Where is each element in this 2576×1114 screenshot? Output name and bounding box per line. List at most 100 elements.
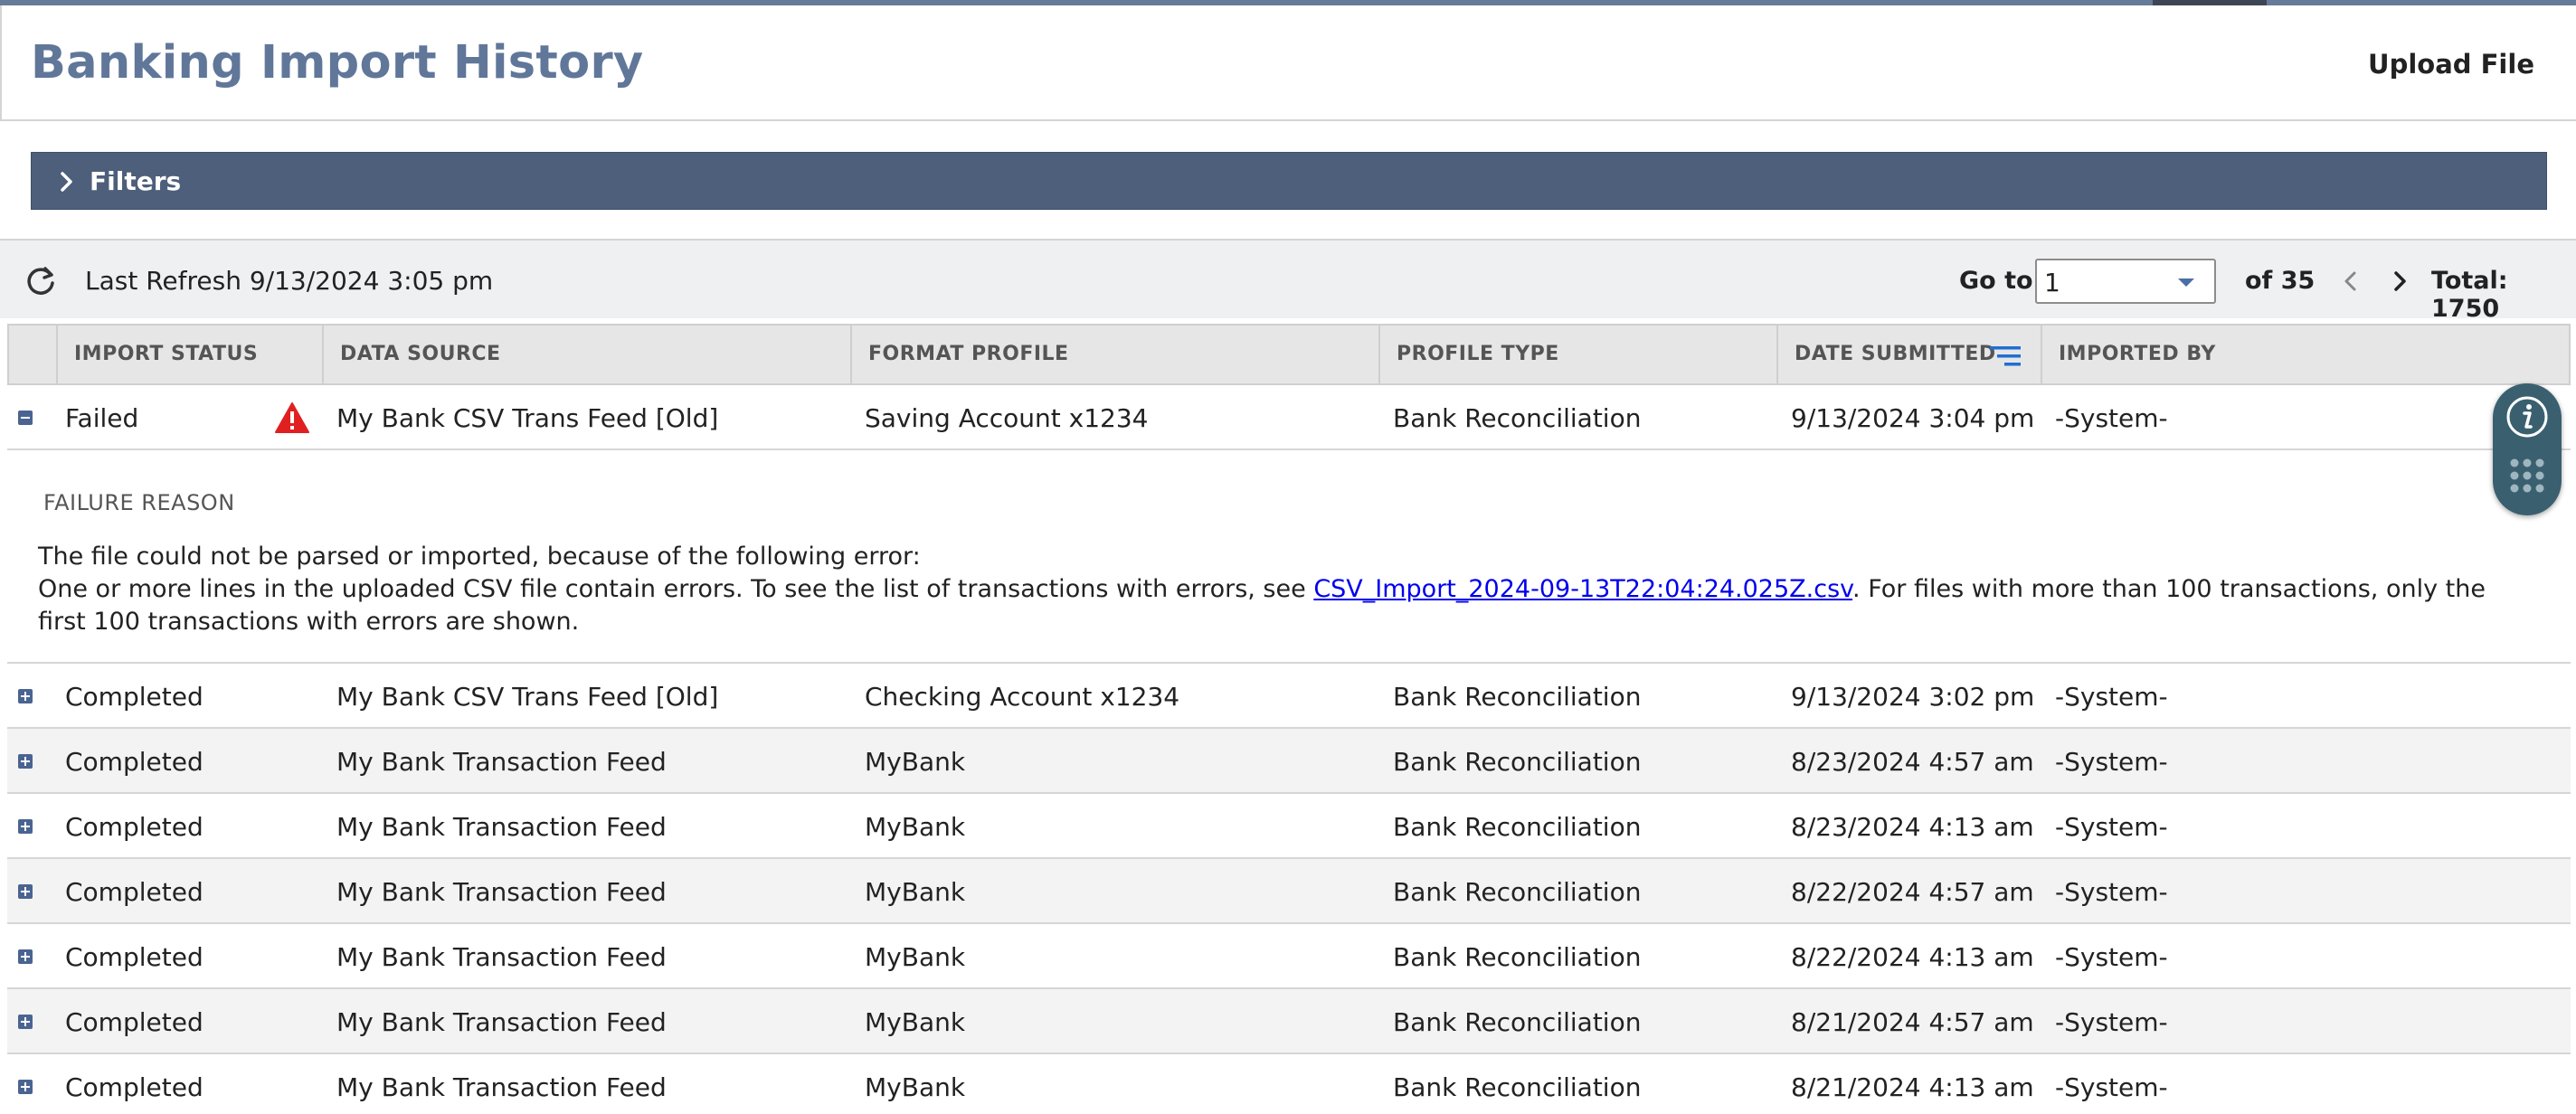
profile-type-cell: Bank Reconciliation bbox=[1393, 877, 1642, 907]
import-status-cell: Completed bbox=[65, 942, 204, 972]
previous-page-button[interactable] bbox=[2335, 264, 2366, 298]
date-submitted-cell: 8/22/2024 4:13 am bbox=[1791, 942, 2034, 972]
warning-icon bbox=[275, 402, 309, 433]
imported-by-cell: -System- bbox=[2055, 747, 2168, 777]
imported-by-cell: -System- bbox=[2055, 1072, 2168, 1102]
failure-detail-panel: FAILURE REASON The file could not be par… bbox=[7, 450, 2571, 664]
info-icon[interactable] bbox=[2505, 394, 2550, 439]
column-header-date-submitted[interactable]: DATE SUBMITTED bbox=[1776, 326, 2041, 383]
filters-toggle[interactable]: Filters bbox=[31, 152, 2547, 210]
page-count: of 35 bbox=[2245, 267, 2316, 295]
goto-label: Go to: bbox=[1959, 267, 2043, 295]
failure-line-2-pre: One or more lines in the uploaded CSV fi… bbox=[38, 575, 1314, 603]
profile-type-cell: Bank Reconciliation bbox=[1393, 1007, 1642, 1037]
imported-by-cell: -System- bbox=[2055, 682, 2168, 712]
page-select-value: 1 bbox=[2044, 268, 2060, 297]
format-profile-cell: MyBank bbox=[865, 1072, 966, 1102]
column-header-import-status[interactable]: IMPORT STATUS bbox=[56, 326, 322, 383]
imported-by-cell: -System- bbox=[2055, 812, 2168, 842]
table-row: Completed My Bank Transaction Feed MyBan… bbox=[7, 794, 2571, 859]
chevron-down-icon bbox=[2178, 278, 2194, 287]
refresh-icon[interactable] bbox=[24, 264, 58, 298]
total-count: Total: 1750 bbox=[2431, 267, 2508, 323]
collapse-icon[interactable] bbox=[18, 411, 33, 425]
import-status-cell: Completed bbox=[65, 682, 204, 712]
data-source-cell: My Bank Transaction Feed bbox=[336, 1072, 667, 1102]
data-source-cell: My Bank Transaction Feed bbox=[336, 1007, 667, 1037]
format-profile-cell: MyBank bbox=[865, 1007, 966, 1037]
profile-type-cell: Bank Reconciliation bbox=[1393, 747, 1642, 777]
format-profile-cell: Saving Account x1234 bbox=[865, 403, 1149, 433]
profile-type-cell: Bank Reconciliation bbox=[1393, 682, 1642, 712]
grid-dots-icon[interactable] bbox=[2509, 458, 2545, 494]
column-header-imported-by[interactable]: IMPORTED BY bbox=[2041, 326, 2569, 383]
format-profile-cell: Checking Account x1234 bbox=[865, 682, 1180, 712]
import-status-cell: Completed bbox=[65, 877, 204, 907]
table-row: Completed My Bank CSV Trans Feed [Old] C… bbox=[7, 664, 2571, 729]
import-status-cell: Completed bbox=[65, 747, 204, 777]
profile-type-cell: Bank Reconciliation bbox=[1393, 942, 1642, 972]
page-select[interactable]: 1 bbox=[2035, 259, 2216, 304]
profile-type-cell: Bank Reconciliation bbox=[1393, 403, 1642, 433]
profile-type-cell: Bank Reconciliation bbox=[1393, 812, 1642, 842]
expand-icon[interactable] bbox=[18, 689, 33, 703]
column-header-format-profile[interactable]: FORMAT PROFILE bbox=[850, 326, 1378, 383]
expand-icon[interactable] bbox=[18, 949, 33, 964]
date-submitted-cell: 8/22/2024 4:57 am bbox=[1791, 877, 2034, 907]
import-status-cell: Completed bbox=[65, 1072, 204, 1102]
failure-line-2: One or more lines in the uploaded CSV fi… bbox=[38, 573, 2516, 638]
expand-icon[interactable] bbox=[18, 754, 33, 769]
upload-file-button[interactable]: Upload File bbox=[2368, 49, 2534, 80]
format-profile-cell: MyBank bbox=[865, 942, 966, 972]
date-submitted-cell: 8/21/2024 4:13 am bbox=[1791, 1072, 2034, 1102]
column-header-data-source[interactable]: DATA SOURCE bbox=[322, 326, 850, 383]
table-row: Completed My Bank Transaction Feed MyBan… bbox=[7, 859, 2571, 924]
column-header-profile-type[interactable]: PROFILE TYPE bbox=[1378, 326, 1776, 383]
help-widget[interactable] bbox=[2493, 383, 2562, 515]
list-toolbar: Last Refresh 9/13/2024 3:05 pm Go to: 1 … bbox=[0, 239, 2576, 323]
expand-icon[interactable] bbox=[18, 1080, 33, 1094]
import-status-cell: Completed bbox=[65, 812, 204, 842]
table-header: IMPORT STATUS DATA SOURCE FORMAT PROFILE… bbox=[7, 324, 2571, 385]
data-source-cell: My Bank CSV Trans Feed [Old] bbox=[336, 403, 719, 433]
data-source-cell: My Bank Transaction Feed bbox=[336, 877, 667, 907]
table-row: Failed My Bank CSV Trans Feed [Old] Savi… bbox=[7, 385, 2571, 450]
error-csv-link[interactable]: CSV_Import_2024-09-13T22:04:24.025Z.csv bbox=[1313, 575, 1852, 603]
format-profile-cell: MyBank bbox=[865, 747, 966, 777]
format-profile-cell: MyBank bbox=[865, 877, 966, 907]
expand-column-header bbox=[9, 326, 56, 383]
page-header: Banking Import History Upload File bbox=[0, 5, 2576, 121]
date-submitted-cell: 8/23/2024 4:57 am bbox=[1791, 747, 2034, 777]
column-header-date-submitted-label: DATE SUBMITTED bbox=[1795, 343, 1996, 365]
profile-type-cell: Bank Reconciliation bbox=[1393, 1072, 1642, 1102]
data-source-cell: My Bank Transaction Feed bbox=[336, 812, 667, 842]
data-source-cell: My Bank Transaction Feed bbox=[336, 942, 667, 972]
imported-by-cell: -System- bbox=[2055, 1007, 2168, 1037]
date-submitted-cell: 8/23/2024 4:13 am bbox=[1791, 812, 2034, 842]
format-profile-cell: MyBank bbox=[865, 812, 966, 842]
imported-by-cell: -System- bbox=[2055, 403, 2168, 433]
date-submitted-cell: 8/21/2024 4:57 am bbox=[1791, 1007, 2034, 1037]
last-refresh-text: Last Refresh 9/13/2024 3:05 pm bbox=[85, 266, 494, 296]
failure-reason-text: The file could not be parsed or imported… bbox=[38, 541, 2516, 638]
failure-reason-label: FAILURE REASON bbox=[43, 490, 235, 515]
page-title: Banking Import History bbox=[31, 36, 644, 90]
import-status-cell: Failed bbox=[65, 403, 139, 433]
imported-by-cell: -System- bbox=[2055, 942, 2168, 972]
table-row: Completed My Bank Transaction Feed MyBan… bbox=[7, 924, 2571, 989]
expand-icon[interactable] bbox=[18, 819, 33, 834]
date-submitted-cell: 9/13/2024 3:02 pm bbox=[1791, 682, 2035, 712]
table-row: Completed My Bank Transaction Feed MyBan… bbox=[7, 1054, 2571, 1114]
import-history-table: IMPORT STATUS DATA SOURCE FORMAT PROFILE… bbox=[7, 324, 2571, 1114]
next-page-button[interactable] bbox=[2384, 264, 2415, 298]
imported-by-cell: -System- bbox=[2055, 877, 2168, 907]
date-submitted-cell: 9/13/2024 3:04 pm bbox=[1791, 403, 2035, 433]
data-source-cell: My Bank Transaction Feed bbox=[336, 747, 667, 777]
expand-icon[interactable] bbox=[18, 884, 33, 899]
chevron-right-icon bbox=[61, 172, 72, 192]
sort-filter-icon[interactable] bbox=[1988, 344, 2022, 369]
expand-icon[interactable] bbox=[18, 1015, 33, 1029]
table-row: Completed My Bank Transaction Feed MyBan… bbox=[7, 729, 2571, 794]
failure-line-1: The file could not be parsed or imported… bbox=[38, 543, 921, 571]
import-status-cell: Completed bbox=[65, 1007, 204, 1037]
